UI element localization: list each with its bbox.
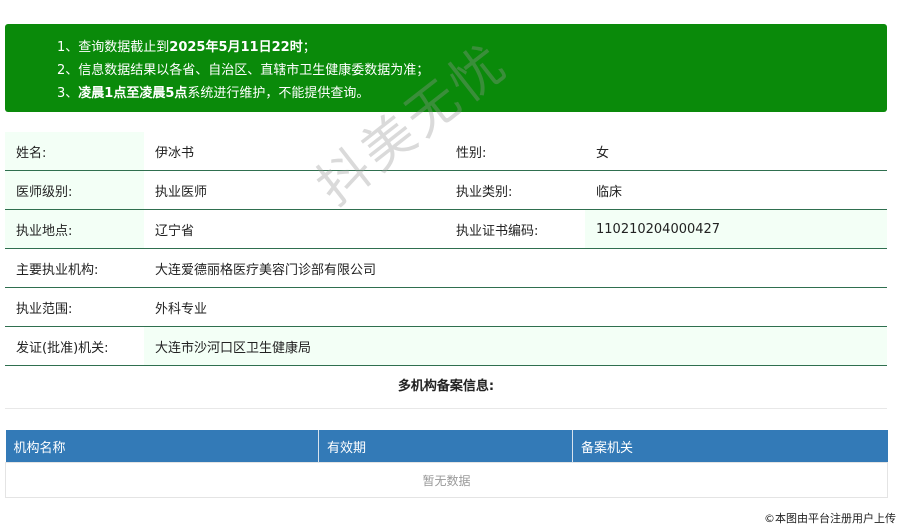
doctor-info-table: 姓名: 伊冰书 性别: 女 医师级别: 执业医师 执业类别: 临床 执业地点: … (5, 132, 887, 366)
multi-institution-title: 多机构备案信息: (5, 368, 887, 409)
column-header-authority: 备案机关 (572, 430, 888, 463)
notice-line-1-date: 2025年5月11日22时 (169, 40, 303, 55)
level-label: 医师级别: (5, 170, 144, 210)
column-header-validity: 有效期 (318, 430, 573, 463)
org-label: 主要执业机构: (5, 248, 144, 288)
cert-label: 执业证书编码: (445, 209, 585, 249)
info-row-org: 主要执业机构: 大连爱德丽格医疗美容门诊部有限公司 (5, 248, 887, 288)
type-label: 执业类别: (445, 170, 585, 210)
notice-line-2: 2、信息数据结果以各省、自治区、直辖市卫生健康委数据为准； (57, 63, 430, 78)
name-label: 姓名: (5, 132, 144, 171)
location-label: 执业地点: (5, 209, 144, 249)
scope-label: 执业范围: (5, 287, 144, 327)
gender-value: 女 (585, 132, 887, 171)
level-value: 执业医师 (144, 170, 445, 210)
info-row-level: 医师级别: 执业医师 执业类别: 临床 (5, 170, 887, 210)
authority-value: 大连市沙河口区卫生健康局 (144, 326, 887, 366)
info-row-location: 执业地点: 辽宁省 执业证书编码: 110210204000427 (5, 209, 887, 249)
location-value: 辽宁省 (144, 209, 445, 249)
column-header-institution: 机构名称 (5, 430, 319, 463)
type-value: 临床 (585, 170, 887, 210)
empty-data-text: 暂无数据 (5, 462, 888, 498)
upload-notice: ©本图由平台注册用户上传 (762, 510, 898, 526)
info-row-name: 姓名: 伊冰书 性别: 女 (5, 132, 887, 171)
scope-value: 外科专业 (144, 287, 887, 327)
name-value: 伊冰书 (144, 132, 445, 171)
cert-value: 110210204000427 (585, 209, 887, 249)
authority-label: 发证(批准)机关: (5, 326, 144, 366)
notice-banner: 1、查询数据截止到2025年5月11日22时； 2、信息数据结果以各省、自治区、… (5, 24, 887, 112)
notice-line-3: 3、凌晨1点至凌晨5点系统进行维护，不能提供查询。 (57, 82, 887, 105)
notice-line-3-hours: 凌晨1点至凌晨5点 (78, 86, 188, 101)
notice-line-3-suffix: 系统进行维护，不能提供查询。 (187, 86, 370, 101)
multi-table-header: 机构名称 有效期 备案机关 (5, 430, 888, 463)
info-row-scope: 执业范围: 外科专业 (5, 287, 887, 327)
info-row-authority: 发证(批准)机关: 大连市沙河口区卫生健康局 (5, 326, 887, 366)
notice-line-1: 1、查询数据截止到2025年5月11日22时； (57, 36, 887, 59)
notice-line-1-suffix: ； (302, 40, 316, 55)
multi-institution-table: 机构名称 有效期 备案机关 暂无数据 (5, 430, 888, 498)
notice-line-3-prefix: 3、 (57, 86, 79, 101)
notice-line-1-prefix: 1、查询数据截止到 (57, 40, 170, 55)
empty-row: 暂无数据 (5, 462, 888, 498)
org-value: 大连爱德丽格医疗美容门诊部有限公司 (144, 248, 887, 288)
gender-label: 性别: (445, 132, 585, 171)
